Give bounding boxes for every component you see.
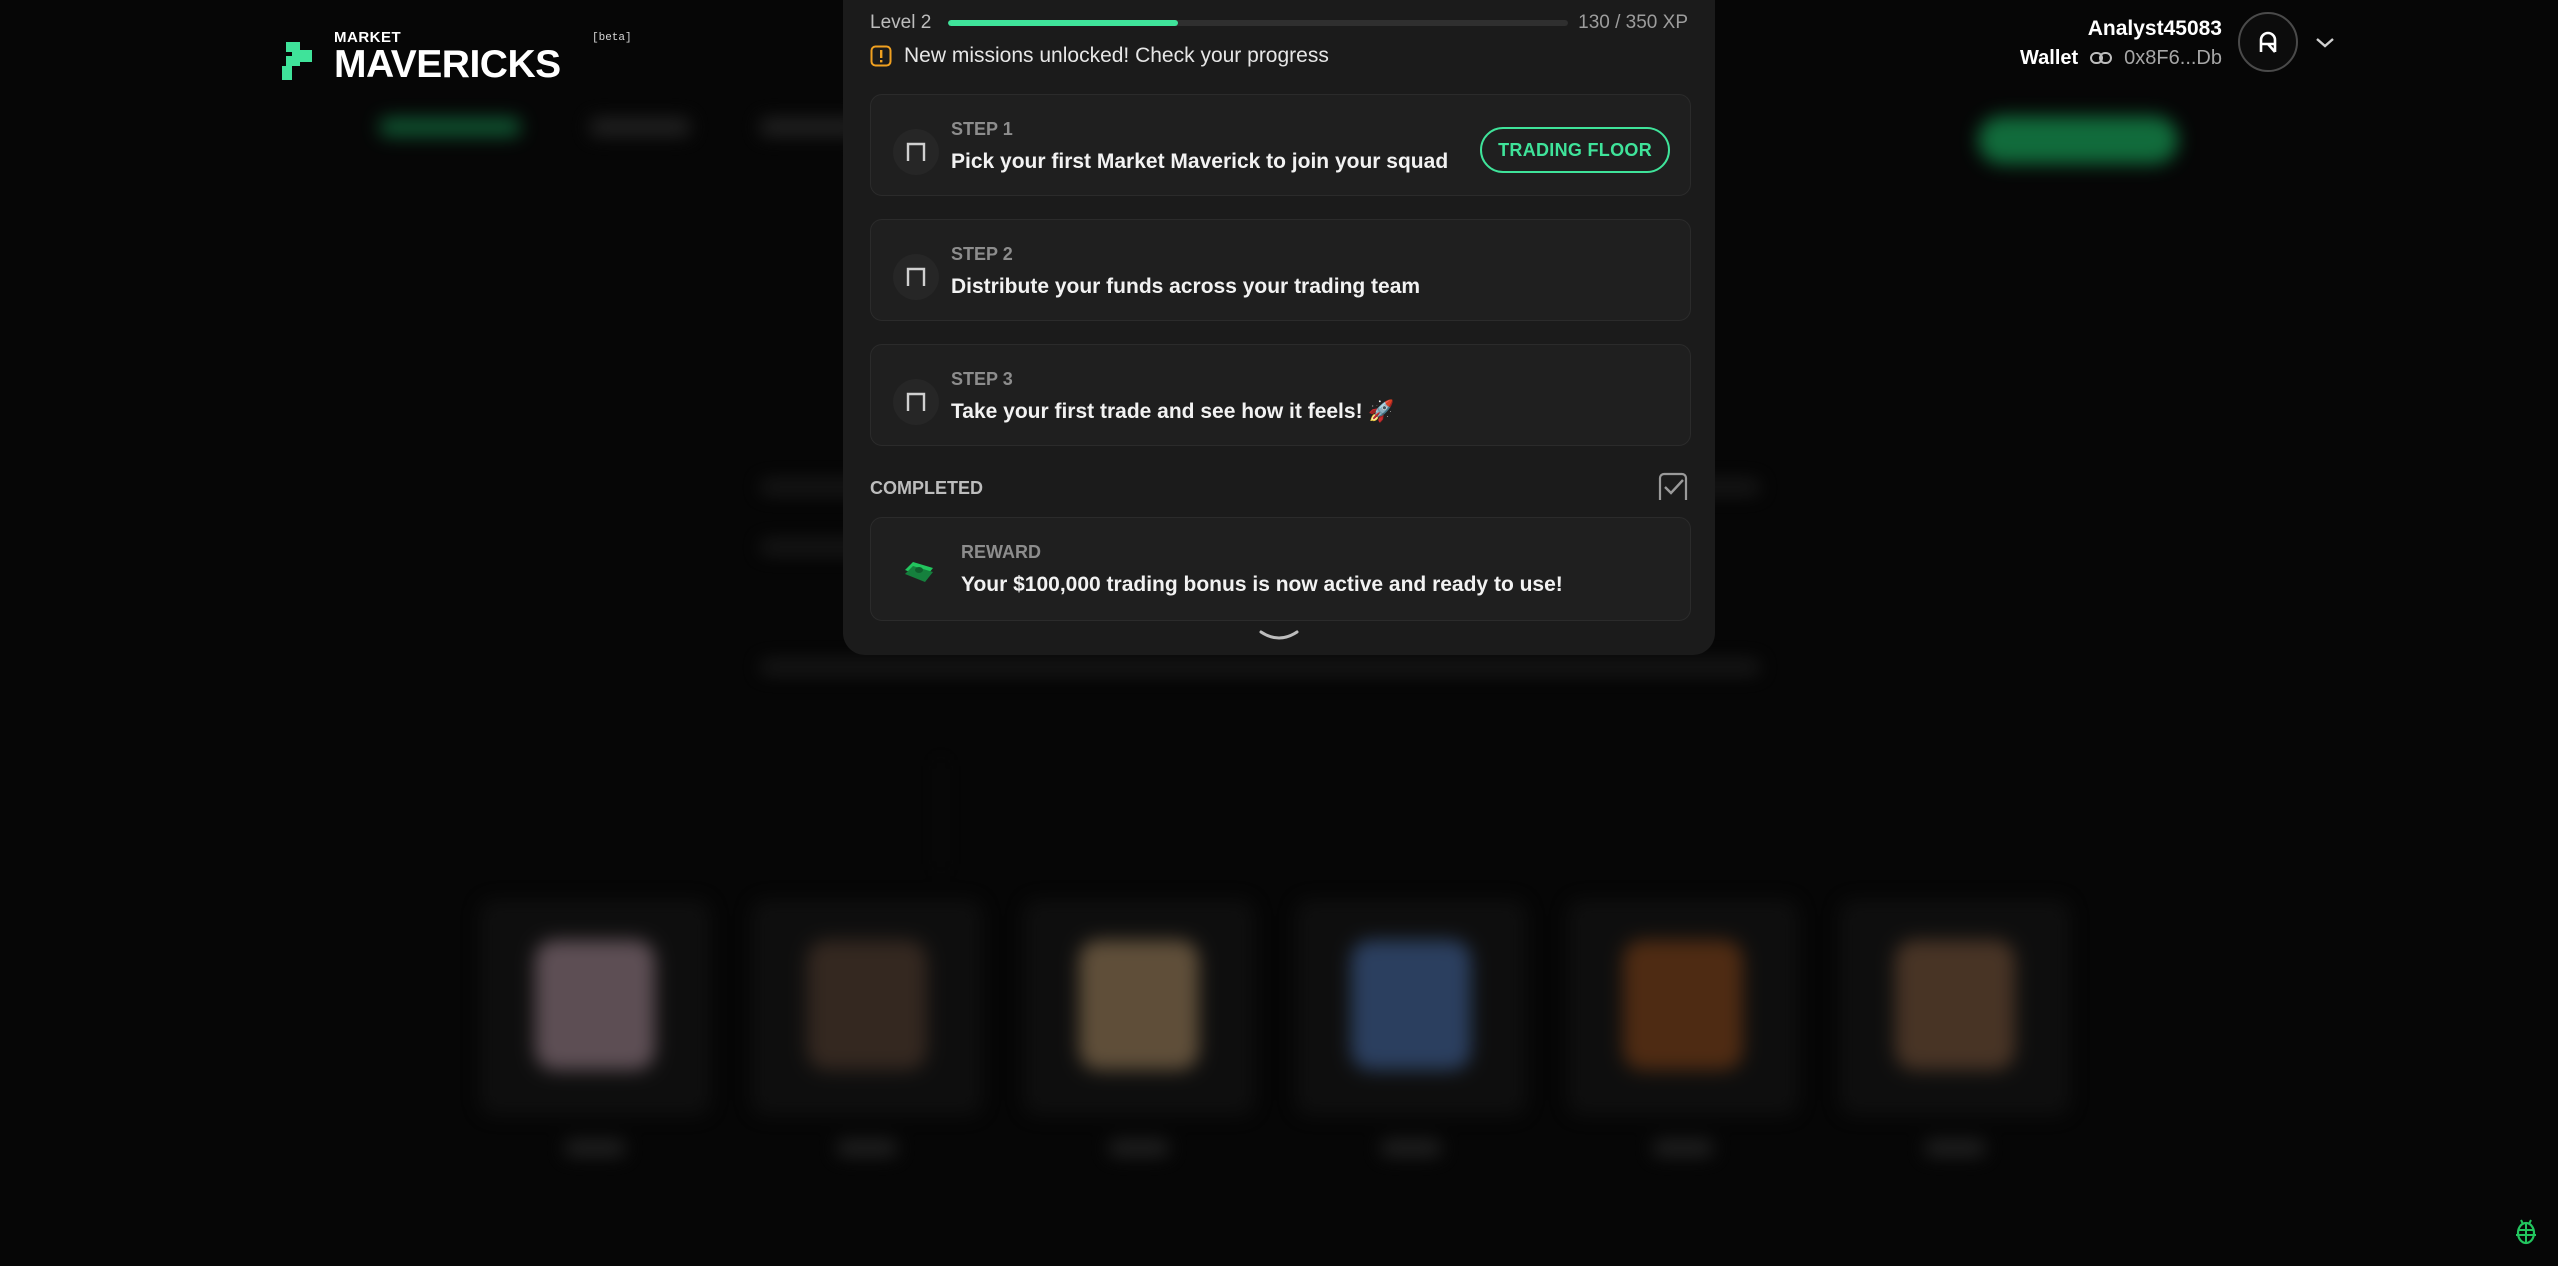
alert-icon bbox=[870, 45, 892, 67]
bug-report-icon[interactable] bbox=[2513, 1217, 2539, 1245]
xp-progress-bar bbox=[948, 20, 1569, 26]
background-card bbox=[1024, 900, 1254, 1156]
wallet-label: Wallet bbox=[2020, 46, 2079, 69]
trading-floor-button[interactable]: TRADING FLOOR bbox=[1480, 127, 1670, 173]
background-cards bbox=[480, 900, 2070, 1156]
beta-badge: [beta] bbox=[592, 32, 632, 44]
mission-step-3: STEP 3 Take your first trade and see how… bbox=[870, 344, 1691, 446]
checkbox-icon bbox=[893, 129, 939, 175]
reward-card: REWARD Your $100,000 trading bonus is no… bbox=[870, 517, 1691, 621]
xp-progress-fill bbox=[948, 20, 1179, 26]
step-label: STEP 1 bbox=[951, 119, 1013, 139]
cash-icon bbox=[905, 562, 933, 582]
completed-section-label: COMPLETED bbox=[870, 478, 984, 498]
background-nav-item bbox=[590, 118, 690, 136]
notice-text: New missions unlocked! Check your progre… bbox=[904, 44, 1329, 67]
app-root: MARKET MAVERICKS [beta] Analyst45083 Wal… bbox=[0, 0, 2558, 1266]
step-label: STEP 3 bbox=[951, 369, 1013, 389]
background-nav bbox=[380, 118, 860, 136]
background-card bbox=[480, 900, 710, 1156]
mission-step-1: STEP 1 Pick your first Market Maverick t… bbox=[870, 94, 1691, 196]
background-card bbox=[1840, 900, 2070, 1156]
background-nav-item bbox=[380, 118, 520, 136]
background-row bbox=[760, 660, 1760, 674]
step-label: STEP 2 bbox=[951, 244, 1013, 264]
xp-text: 130 / 350 XP bbox=[1578, 12, 1688, 33]
background-chart bbox=[940, 760, 1640, 870]
checkbox-icon bbox=[893, 379, 939, 425]
brand-logo[interactable]: MARKET MAVERICKS [beta] bbox=[280, 30, 632, 86]
link-icon bbox=[2090, 52, 2113, 64]
completed-check-icon[interactable] bbox=[1656, 470, 1690, 504]
missions-panel: Level 2 130 / 350 XP New missions unlock… bbox=[843, 0, 1715, 655]
level-progress: Level 2 130 / 350 XP bbox=[870, 12, 1688, 34]
background-card bbox=[1568, 900, 1798, 1156]
logo-text: MARKET MAVERICKS [beta] bbox=[334, 30, 632, 86]
step-text: Pick your first Market Maverick to join … bbox=[951, 150, 1449, 173]
step-text: Distribute your funds across your tradin… bbox=[951, 275, 1421, 298]
checkbox-icon bbox=[893, 254, 939, 300]
avatar[interactable] bbox=[2238, 12, 2298, 72]
user-info: Analyst45083 Wallet 0x8F6...Db bbox=[2020, 15, 2222, 70]
wallet-address: 0x8F6...Db bbox=[2124, 46, 2222, 69]
chevron-down-icon[interactable] bbox=[2314, 31, 2336, 53]
username: Analyst45083 bbox=[2087, 16, 2222, 40]
collapse-chevron-icon[interactable] bbox=[1258, 628, 1300, 642]
reward-text: Your $100,000 trading bonus is now activ… bbox=[961, 573, 1563, 596]
user-menu[interactable]: Analyst45083 Wallet 0x8F6...Db bbox=[2020, 12, 2336, 72]
mission-step-2: STEP 2 Distribute your funds across your… bbox=[870, 219, 1691, 321]
logo-mark-icon bbox=[282, 42, 312, 80]
logo-big-text: MAVERICKS bbox=[334, 43, 561, 86]
step-text: Take your first trade and see how it fee… bbox=[951, 400, 1395, 423]
level-label: Level 2 bbox=[870, 12, 932, 33]
wallet-row[interactable]: Wallet 0x8F6...Db bbox=[2020, 47, 2222, 70]
background-card bbox=[752, 900, 982, 1156]
avatar-glyph-icon bbox=[2259, 31, 2277, 53]
background-cta bbox=[1978, 116, 2178, 164]
background-card bbox=[1296, 900, 1526, 1156]
missions-notice: New missions unlocked! Check your progre… bbox=[870, 44, 1329, 68]
reward-label: REWARD bbox=[961, 542, 1041, 562]
